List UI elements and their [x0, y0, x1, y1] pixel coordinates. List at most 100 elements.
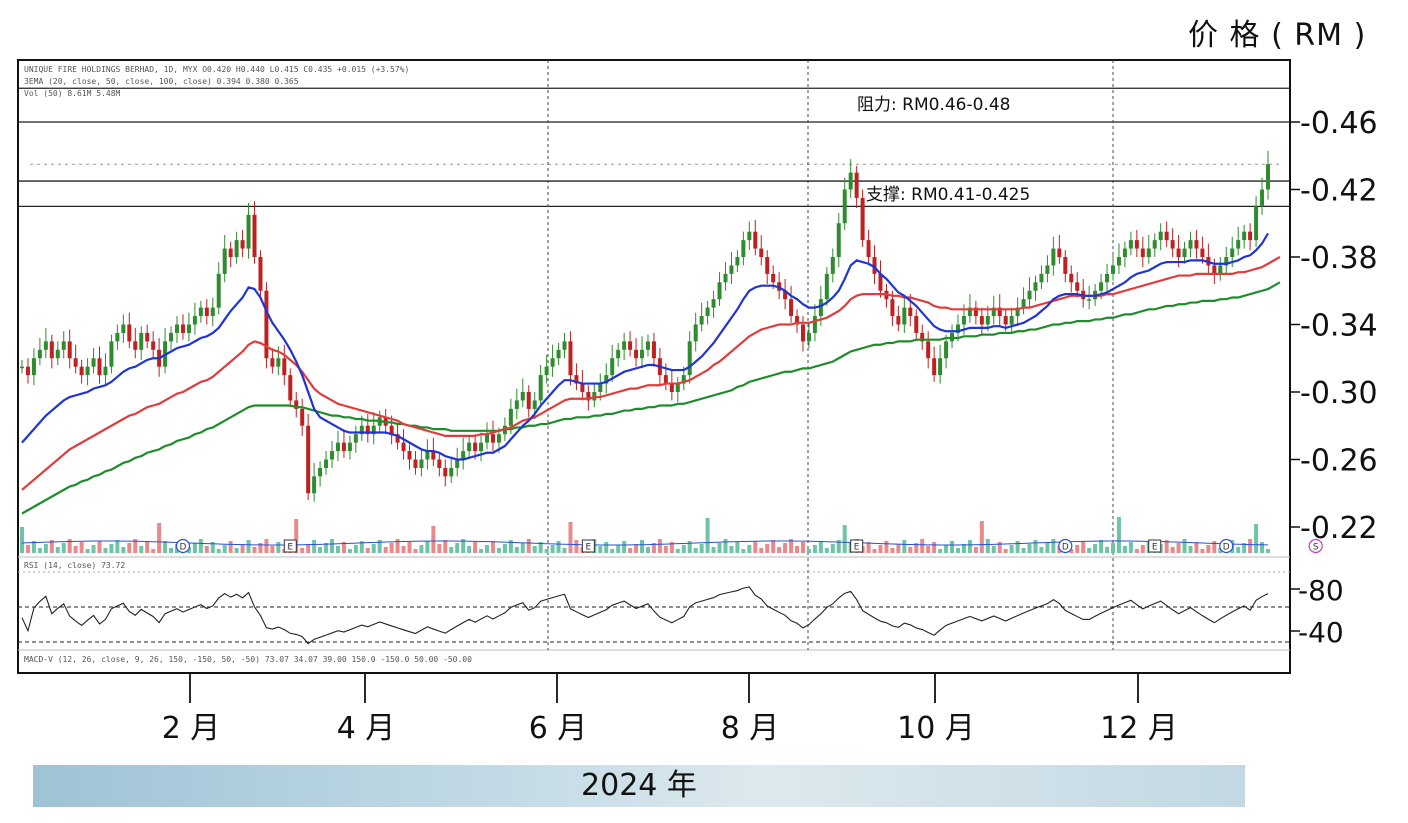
candle-body	[300, 408, 305, 426]
volume-bar	[1045, 543, 1050, 553]
candle-body	[485, 434, 490, 443]
candle-body	[723, 273, 728, 283]
candle-body	[139, 332, 144, 350]
volume-bar	[1134, 549, 1139, 553]
candle-body	[938, 358, 943, 376]
volume-bar	[449, 547, 454, 553]
candle-body	[818, 299, 823, 317]
candle-body	[109, 341, 114, 367]
candle-body	[1021, 299, 1026, 308]
volume-bar	[872, 549, 877, 553]
event-marker-label: E	[1152, 543, 1158, 553]
candle-body	[443, 467, 448, 477]
volume-bar	[771, 540, 776, 553]
candle-body	[37, 349, 42, 359]
candle-body	[341, 442, 346, 452]
candle-body	[520, 392, 525, 401]
volume-bar	[485, 545, 490, 553]
volume-bar	[157, 523, 162, 553]
candle-body	[1188, 240, 1193, 249]
candle-body	[276, 358, 281, 367]
volume-bar	[830, 544, 835, 553]
volume-bar	[347, 549, 352, 553]
chart-header-line1: UNIQUE FIRE HOLDINGS BERHAD, 1D, MYX O0.…	[24, 65, 410, 74]
volume-bar	[926, 546, 931, 553]
candle-body	[55, 349, 60, 359]
volume-bar	[711, 547, 716, 553]
candle-body	[1248, 231, 1253, 241]
candle-body	[20, 366, 24, 369]
volume-bar	[300, 548, 305, 553]
volume-bar	[431, 526, 436, 553]
candle-body	[318, 467, 323, 477]
volume-bar	[1003, 549, 1008, 553]
candle-body	[67, 341, 72, 359]
candle-body	[985, 316, 990, 325]
volume-bar	[556, 541, 561, 553]
candle-body	[824, 273, 829, 300]
event-marker-label: E	[287, 543, 293, 553]
volume-bar	[1176, 543, 1181, 553]
volume-bar	[490, 541, 495, 553]
candle-body	[234, 240, 239, 257]
candle-body	[717, 282, 722, 300]
candle-body	[610, 358, 615, 376]
volume-bar	[932, 542, 937, 553]
stock-chart: D E E E D E D S-0.46-0.42-0.38-0.34-0.30-0.26-0…	[17, 59, 1378, 746]
volume-bar	[228, 541, 233, 553]
candle-body	[711, 299, 716, 308]
candle-body	[192, 316, 197, 325]
candle-body	[467, 442, 472, 452]
volume-bar	[1075, 545, 1080, 553]
volume-bar	[443, 540, 448, 553]
candle-body	[1170, 240, 1175, 249]
volume-bar	[1033, 540, 1038, 553]
candle-body	[675, 383, 680, 392]
y-tick-label: -0.22	[1300, 511, 1378, 546]
event-marker-label: E	[854, 543, 860, 553]
volume-bar	[1188, 546, 1193, 553]
candle-body	[1200, 248, 1205, 257]
volume-bar	[1206, 545, 1211, 553]
candle-body	[1087, 299, 1092, 301]
candle-body	[1069, 273, 1074, 283]
volume-bar	[204, 546, 209, 553]
volume-bar	[1081, 541, 1086, 553]
volume-bar	[145, 542, 150, 553]
candle-body	[508, 408, 513, 426]
volume-bar	[562, 548, 567, 553]
volume-bar	[496, 548, 501, 553]
candle-body	[270, 358, 275, 367]
volume-bar	[198, 539, 203, 553]
volume-bar	[1266, 549, 1270, 553]
candle-body	[330, 451, 335, 460]
candle-body	[598, 383, 603, 392]
volume-bar	[401, 546, 406, 553]
candle-body	[759, 248, 764, 257]
x-tick-label: 2 月	[162, 711, 221, 746]
candle-body	[61, 341, 66, 350]
volume-bar	[151, 549, 156, 553]
volume-bar	[955, 548, 960, 553]
volume-bar	[574, 540, 579, 553]
candle-body	[324, 459, 329, 468]
candle-body	[961, 316, 966, 325]
candle-body	[842, 189, 847, 224]
macd-header: MACD-V (12, 26, close, 9, 26, 150, -150,…	[24, 655, 472, 664]
y-axis: -0.46 -0.42 -0.38 -0.34 -0.30 -0.26 -0.22 -80 -4…	[1290, 106, 1378, 649]
candle-body	[425, 451, 430, 460]
candle-body	[836, 223, 841, 257]
volume-bar	[73, 546, 78, 553]
volume-bar	[1110, 543, 1115, 553]
candle-body	[687, 341, 692, 376]
candle-body	[288, 375, 293, 401]
volume-bar	[312, 540, 317, 553]
volume-bar	[234, 548, 239, 553]
volume-bar	[109, 544, 114, 553]
candle-body	[49, 341, 54, 359]
candle-body	[133, 341, 138, 350]
volume-bar	[306, 544, 311, 553]
candle-body	[97, 358, 102, 376]
x-tick-label: 4 月	[337, 711, 396, 746]
candle-body	[789, 299, 794, 317]
